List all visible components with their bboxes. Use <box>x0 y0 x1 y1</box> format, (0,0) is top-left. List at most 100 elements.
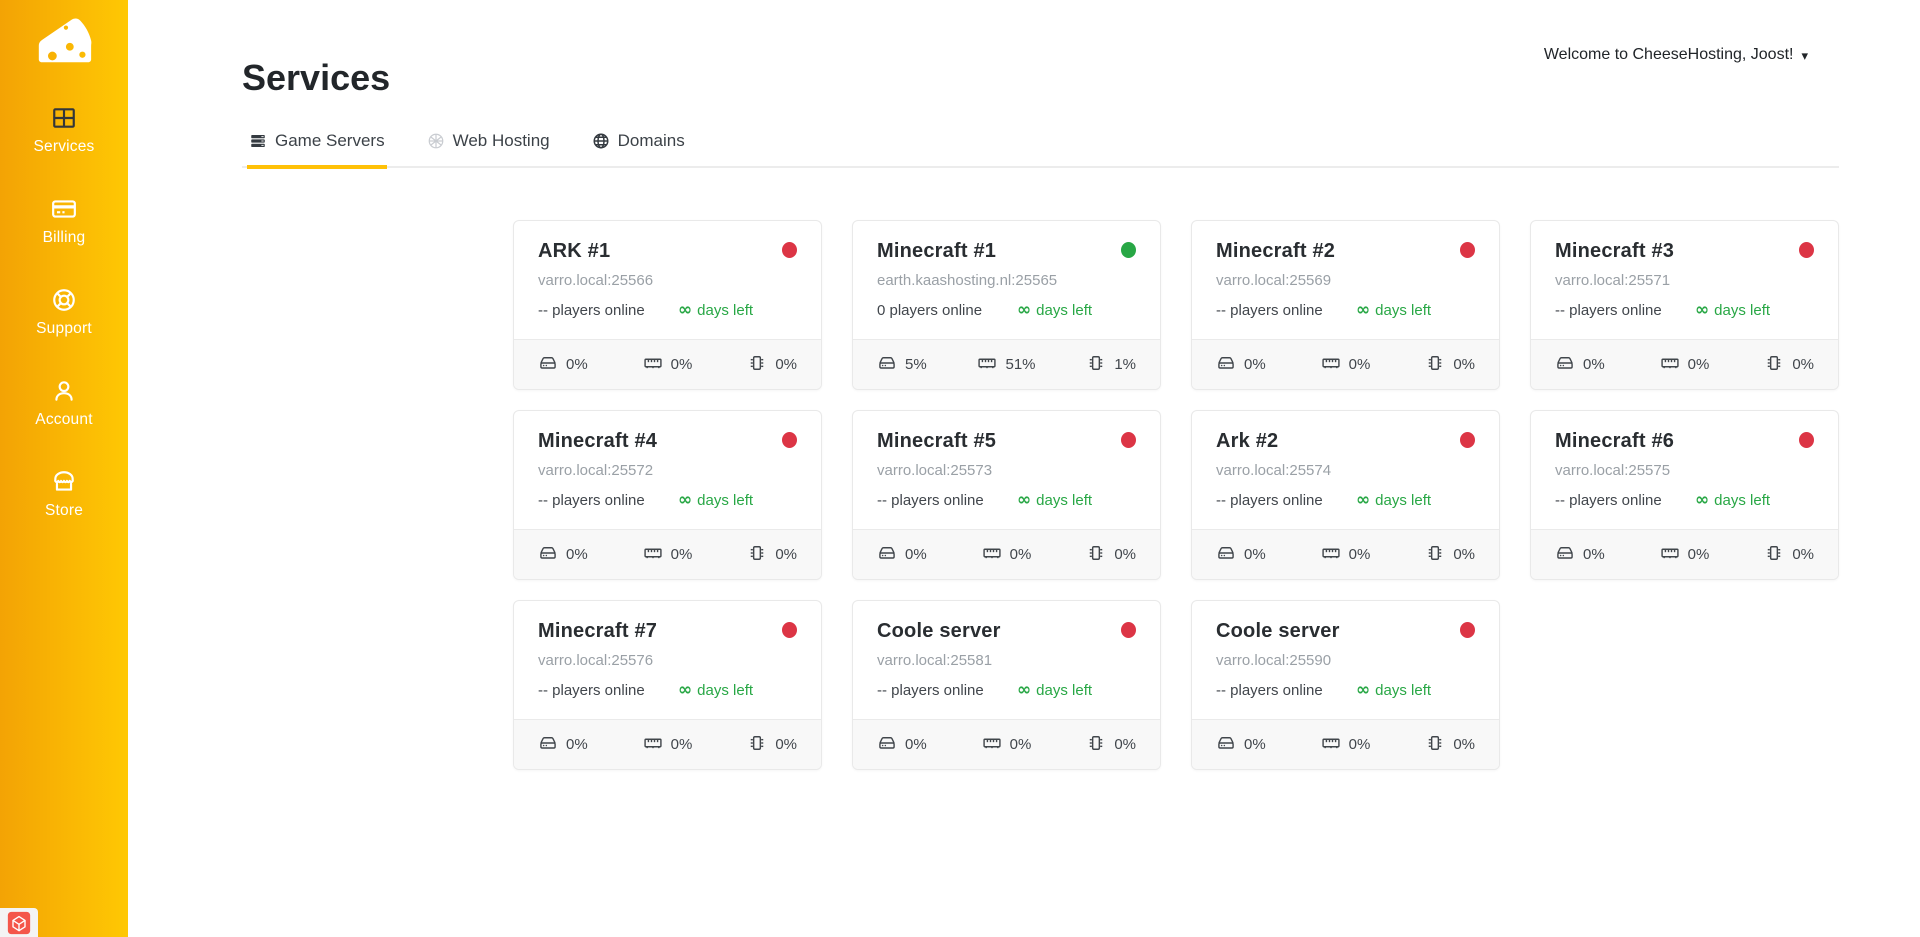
status-dot <box>1460 622 1475 638</box>
ram-usage: 0% <box>643 543 692 567</box>
infinity-icon: ∞ <box>1017 300 1032 320</box>
disk-usage: 0% <box>1216 543 1266 567</box>
server-address: varro.local:25574 <box>1216 462 1332 479</box>
sidebar-item-services[interactable]: Services <box>0 105 128 156</box>
ram-usage: 0% <box>1321 543 1370 567</box>
server-card[interactable]: Minecraft #3 varro.local:25571 -- player… <box>1530 220 1839 390</box>
cpu-icon <box>747 543 767 567</box>
tab-domains[interactable]: Domains <box>590 125 687 169</box>
disk-icon <box>538 543 558 567</box>
days-left: ∞ days left <box>1017 300 1092 320</box>
server-name: Minecraft #2 <box>1216 240 1336 262</box>
ram-icon <box>1660 353 1680 377</box>
cpu-usage: 0% <box>747 733 797 757</box>
cpu-usage: 0% <box>1764 543 1814 567</box>
ram-icon <box>982 733 1002 757</box>
server-card[interactable]: Minecraft #2 varro.local:25569 -- player… <box>1191 220 1500 390</box>
grid-icon <box>51 105 77 131</box>
cpu-icon <box>747 353 767 377</box>
sidebar-item-store[interactable]: Store <box>0 469 128 520</box>
ram-icon <box>1660 543 1680 567</box>
ram-icon <box>982 543 1002 567</box>
server-card[interactable]: Minecraft #4 varro.local:25572 -- player… <box>513 410 822 580</box>
tab-game-servers[interactable]: Game Servers <box>247 125 387 169</box>
server-card[interactable]: Minecraft #6 varro.local:25575 -- player… <box>1530 410 1839 580</box>
status-dot <box>1799 242 1814 258</box>
ram-usage: 0% <box>643 733 692 757</box>
disk-icon <box>1216 543 1236 567</box>
days-left: ∞ days left <box>1356 300 1431 320</box>
sidebar-item-account[interactable]: Account <box>0 378 128 429</box>
ram-icon <box>1321 353 1341 377</box>
cpu-icon <box>1425 543 1445 567</box>
cpu-icon <box>1425 733 1445 757</box>
ram-usage: 0% <box>1321 733 1370 757</box>
server-card[interactable]: Coole server varro.local:25590 -- player… <box>1191 600 1500 770</box>
server-card[interactable]: Minecraft #1 earth.kaashosting.nl:25565 … <box>852 220 1161 390</box>
sidebar-item-support[interactable]: Support <box>0 287 128 338</box>
server-card[interactable]: ARK #1 varro.local:25566 -- players onli… <box>513 220 822 390</box>
sidebar-item-billing[interactable]: Billing <box>0 196 128 247</box>
players-online: -- players online <box>1555 492 1662 509</box>
server-address: varro.local:25572 <box>538 462 654 479</box>
disk-usage: 5% <box>877 353 927 377</box>
days-left-label: days left <box>1375 492 1432 509</box>
laravel-debugbar-toggle[interactable] <box>0 908 38 937</box>
cpu-usage: 0% <box>747 353 797 377</box>
server-card[interactable]: Minecraft #5 varro.local:25573 -- player… <box>852 410 1161 580</box>
ram-usage: 0% <box>1321 353 1370 377</box>
cpu-icon <box>1086 543 1106 567</box>
status-dot <box>1460 432 1475 448</box>
sidebar-item-label: Services <box>33 138 95 155</box>
server-address: varro.local:25571 <box>1555 272 1671 289</box>
players-online: -- players online <box>538 302 645 319</box>
days-left-label: days left <box>1036 682 1093 699</box>
web-sphere-icon <box>427 132 445 150</box>
cpu-usage: 1% <box>1086 353 1136 377</box>
infinity-icon: ∞ <box>1356 300 1371 320</box>
lifebuoy-icon <box>51 287 77 313</box>
days-left-label: days left <box>1375 682 1432 699</box>
disk-icon <box>877 733 897 757</box>
status-dot <box>1799 432 1814 448</box>
infinity-icon: ∞ <box>1695 490 1710 510</box>
ram-usage: 0% <box>982 543 1031 567</box>
sidebar-item-label: Store <box>44 502 84 519</box>
globe-icon <box>592 132 610 150</box>
server-address: earth.kaashosting.nl:25565 <box>877 272 1058 289</box>
server-card[interactable]: Ark #2 varro.local:25574 -- players onli… <box>1191 410 1500 580</box>
server-address: varro.local:25576 <box>538 652 654 669</box>
status-dot <box>1121 242 1136 258</box>
players-online: -- players online <box>538 682 645 699</box>
cpu-usage: 0% <box>1425 733 1475 757</box>
days-left: ∞ days left <box>1356 680 1432 700</box>
server-card[interactable]: Coole server varro.local:25581 -- player… <box>852 600 1161 770</box>
server-address: varro.local:25575 <box>1555 462 1671 479</box>
store-icon <box>51 469 77 495</box>
main-content: Services Game Servers Web Hosting Domain… <box>128 0 1920 770</box>
server-name: ARK #1 <box>538 240 611 262</box>
days-left: ∞ days left <box>678 682 753 700</box>
server-card-grid: ARK #1 varro.local:25566 -- players onli… <box>513 220 1839 770</box>
status-dot <box>782 432 797 448</box>
server-card[interactable]: Minecraft #7 varro.local:25576 -- player… <box>513 600 822 770</box>
page-title: Services <box>242 57 391 98</box>
disk-usage: 0% <box>1555 543 1605 567</box>
server-address: varro.local:25573 <box>877 462 993 479</box>
credit-card-icon <box>51 196 77 222</box>
infinity-icon: ∞ <box>1356 680 1371 700</box>
tab-web-hosting[interactable]: Web Hosting <box>425 125 552 169</box>
cpu-usage: 0% <box>1425 543 1475 567</box>
disk-icon <box>1555 353 1575 377</box>
ram-icon <box>1321 543 1341 567</box>
server-address: varro.local:25566 <box>538 272 654 289</box>
players-online: -- players online <box>1216 302 1323 319</box>
tab-bar: Game Servers Web Hosting Domains <box>242 125 1839 169</box>
disk-icon <box>877 543 897 567</box>
ram-usage: 0% <box>1660 353 1709 377</box>
infinity-icon: ∞ <box>1017 680 1032 700</box>
server-name: Minecraft #4 <box>538 430 658 452</box>
cheese-logo[interactable] <box>33 13 95 67</box>
sidebar-item-label: Account <box>35 411 93 428</box>
players-online: -- players online <box>1216 492 1323 509</box>
